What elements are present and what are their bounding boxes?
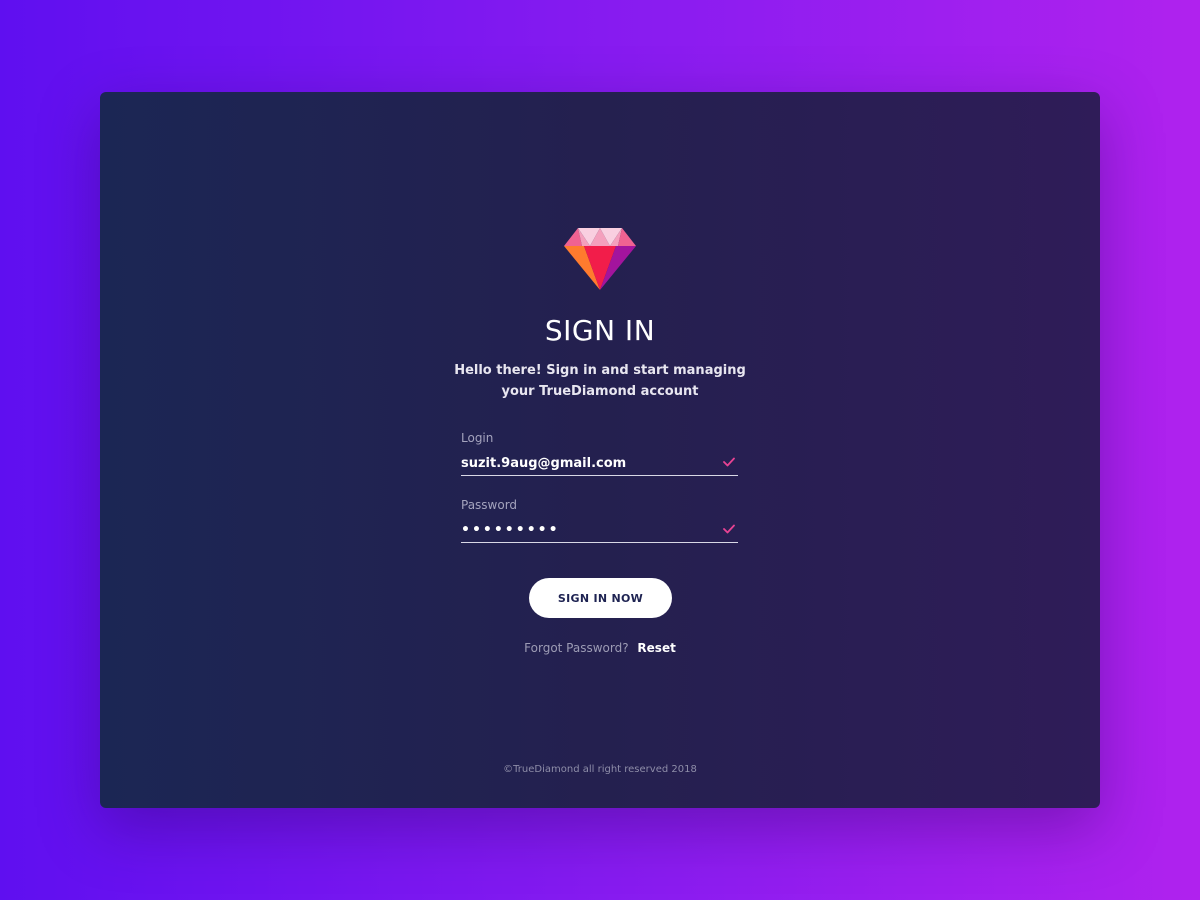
forgot-password-text: Forgot Password? xyxy=(524,641,629,655)
check-icon xyxy=(723,457,735,467)
password-input[interactable] xyxy=(461,519,711,541)
login-input-row xyxy=(461,452,738,476)
password-input-row xyxy=(461,519,738,543)
reset-link[interactable]: Reset xyxy=(637,641,675,655)
page-title: SIGN IN xyxy=(544,314,656,347)
page-subtitle: Hello there! Sign in and start managing … xyxy=(454,363,746,399)
login-field: Login xyxy=(461,430,738,476)
password-label: Password xyxy=(461,498,518,512)
login-label: Login xyxy=(461,431,494,445)
password-field: Password xyxy=(461,497,738,543)
forgot-password-row: Forgot Password? Reset xyxy=(100,640,1100,656)
copyright-footer: ©TrueDiamond all right reserved 2018 xyxy=(503,764,697,775)
sign-in-button[interactable]: SIGN IN NOW xyxy=(529,578,672,618)
login-input[interactable] xyxy=(461,452,711,474)
diamond-icon xyxy=(564,228,636,290)
check-icon xyxy=(723,524,735,534)
signin-card: SIGN IN Hello there! Sign in and start m… xyxy=(100,92,1100,808)
